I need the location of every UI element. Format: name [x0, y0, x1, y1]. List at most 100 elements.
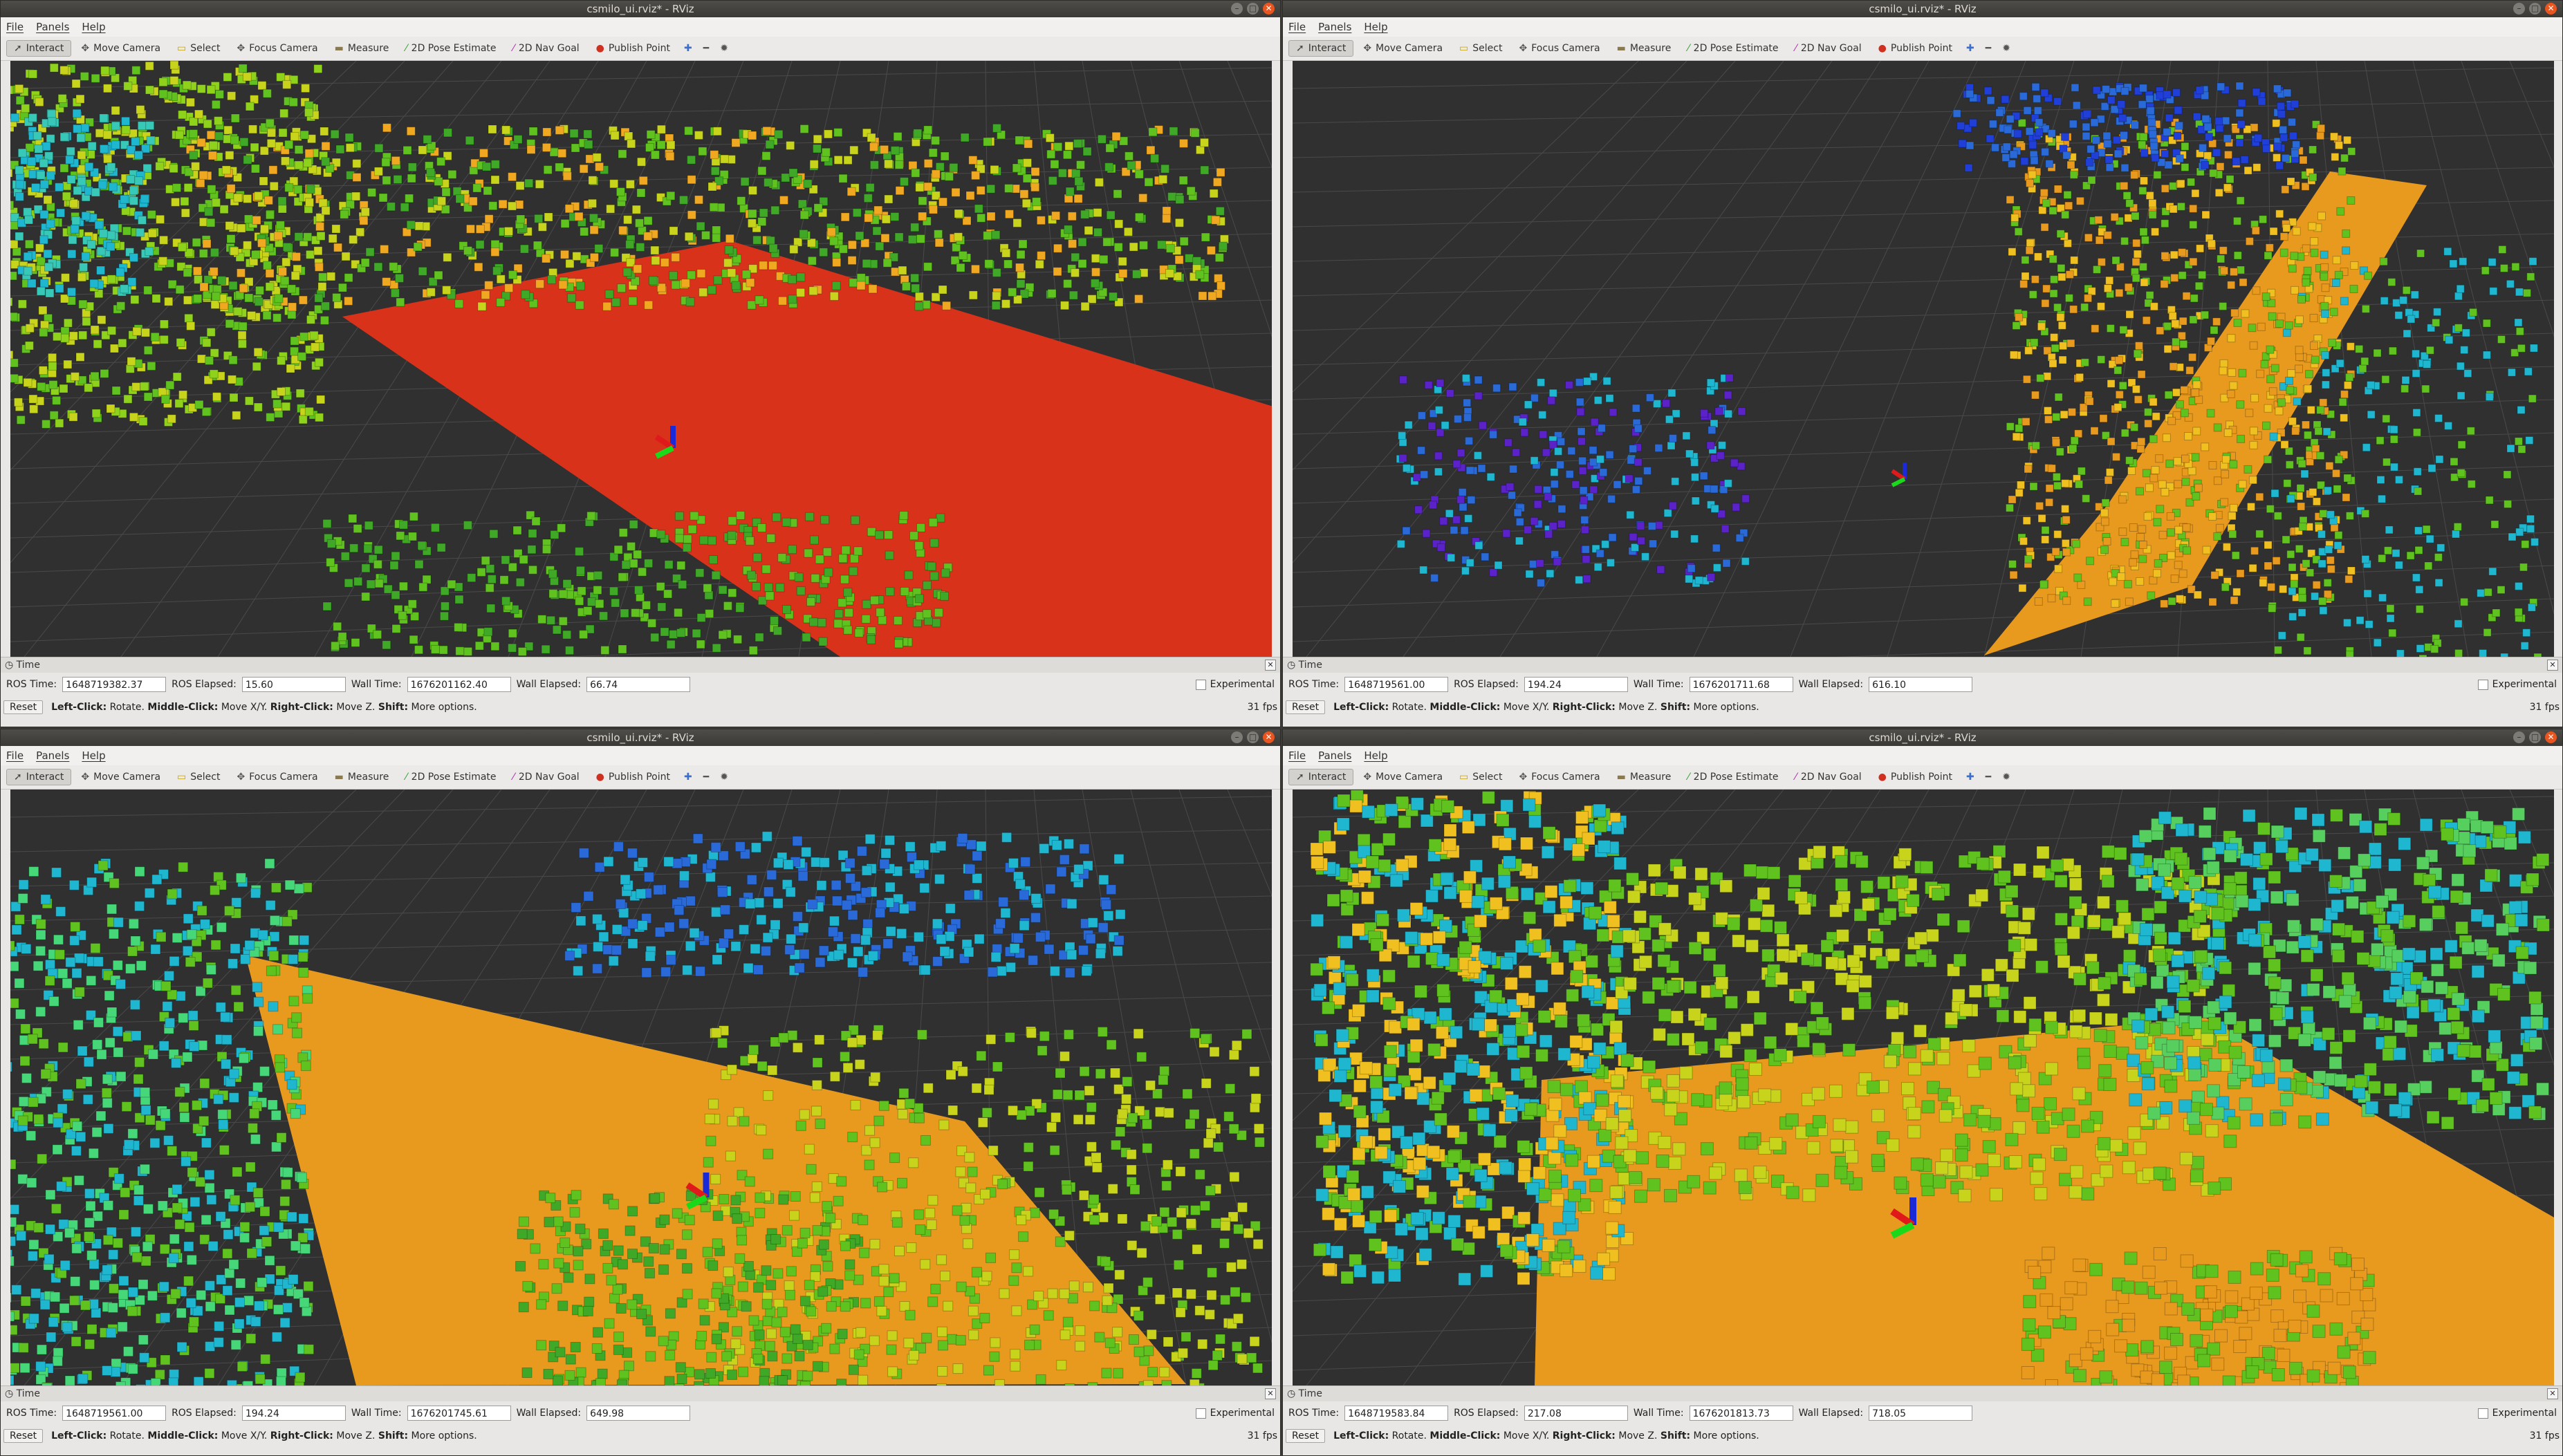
- tool-publish-point[interactable]: ● Publish Point: [1871, 41, 1959, 56]
- tool-2d-nav-goal[interactable]: ⁄ 2D Nav Goal: [1788, 41, 1869, 56]
- add-tool-button[interactable]: ✚: [1962, 41, 1979, 56]
- tool-select[interactable]: ▭ Select: [1452, 41, 1509, 56]
- menu-panels[interactable]: Panels: [36, 21, 69, 33]
- experimental-toggle[interactable]: Experimental: [2477, 1408, 2557, 1419]
- ros-time-field[interactable]: 1648719561.00: [62, 1406, 167, 1421]
- ros-time-field[interactable]: 1648719561.00: [1344, 677, 1449, 692]
- tool-measure[interactable]: ▬ Measure: [328, 769, 396, 785]
- window-titlebar[interactable]: csmilo_ui.rviz* - RViz – □ ✕: [1283, 1, 2562, 17]
- tool-move-camera[interactable]: ✥ Move Camera: [74, 41, 167, 56]
- ros-time-field[interactable]: 1648719583.84: [1344, 1406, 1449, 1421]
- minimize-button[interactable]: –: [1231, 3, 1243, 15]
- minimize-button[interactable]: –: [2513, 3, 2525, 15]
- ros-elapsed-field[interactable]: 15.60: [241, 677, 346, 692]
- menu-help[interactable]: Help: [1364, 749, 1387, 762]
- ros-elapsed-field[interactable]: 217.08: [1524, 1406, 1628, 1421]
- wall-elapsed-field[interactable]: 649.98: [586, 1406, 691, 1421]
- remove-tool-button[interactable]: ━: [699, 41, 713, 56]
- close-panel-button[interactable]: ✕: [2547, 660, 2558, 671]
- window-titlebar[interactable]: csmilo_ui.rviz* - RViz – □ ✕: [1, 729, 1280, 746]
- tool-interact[interactable]: ➚ Interact: [6, 769, 72, 785]
- experimental-toggle[interactable]: Experimental: [1195, 1408, 1275, 1419]
- tool-publish-point[interactable]: ● Publish Point: [589, 769, 677, 785]
- remove-tool-button[interactable]: ━: [1981, 769, 1995, 785]
- experimental-checkbox[interactable]: [2477, 1408, 2488, 1419]
- menu-file[interactable]: File: [1288, 749, 1306, 762]
- wall-time-field[interactable]: 1676201813.73: [1689, 1406, 1793, 1421]
- tool-interact[interactable]: ➚ Interact: [6, 40, 72, 57]
- tool-measure[interactable]: ▬ Measure: [1610, 41, 1678, 56]
- close-button[interactable]: ✕: [1263, 3, 1275, 15]
- maximize-button[interactable]: □: [2529, 3, 2541, 15]
- tool-publish-point[interactable]: ● Publish Point: [1871, 769, 1959, 785]
- tool-interact[interactable]: ➚ Interact: [1288, 769, 1354, 785]
- tool-properties-button[interactable]: ✹: [716, 41, 732, 56]
- close-panel-button[interactable]: ✕: [1265, 1388, 1276, 1399]
- tool-select[interactable]: ▭ Select: [1452, 769, 1509, 785]
- tool-2d-pose-estimate[interactable]: ⁄ 2D Pose Estimate: [1681, 769, 1785, 785]
- maximize-button[interactable]: □: [2529, 731, 2541, 743]
- wall-time-field[interactable]: 1676201745.61: [407, 1406, 511, 1421]
- reset-button[interactable]: Reset: [3, 1429, 44, 1443]
- close-button[interactable]: ✕: [1263, 731, 1275, 743]
- add-tool-button[interactable]: ✚: [680, 41, 696, 56]
- tool-select[interactable]: ▭ Select: [170, 41, 227, 56]
- tool-properties-button[interactable]: ✹: [1998, 769, 2015, 785]
- tool-focus-camera[interactable]: ✥ Focus Camera: [230, 769, 324, 785]
- menu-file[interactable]: File: [1288, 21, 1306, 33]
- experimental-toggle[interactable]: Experimental: [1195, 679, 1275, 690]
- wall-time-field[interactable]: 1676201162.40: [407, 677, 511, 692]
- tool-2d-pose-estimate[interactable]: ⁄ 2D Pose Estimate: [1681, 41, 1785, 56]
- tool-move-camera[interactable]: ✥ Move Camera: [1356, 769, 1450, 785]
- tool-measure[interactable]: ▬ Measure: [328, 41, 396, 56]
- ros-time-field[interactable]: 1648719382.37: [62, 677, 167, 692]
- tool-2d-nav-goal[interactable]: ⁄ 2D Nav Goal: [506, 41, 586, 56]
- menu-help[interactable]: Help: [82, 21, 105, 33]
- window-titlebar[interactable]: csmilo_ui.rviz* - RViz – □ ✕: [1, 1, 1280, 17]
- 3d-render-viewport[interactable]: [1293, 61, 2554, 657]
- experimental-checkbox[interactable]: [1195, 1408, 1206, 1419]
- menu-file[interactable]: File: [6, 749, 24, 762]
- window-titlebar[interactable]: csmilo_ui.rviz* - RViz – □ ✕: [1283, 729, 2562, 746]
- remove-tool-button[interactable]: ━: [699, 769, 713, 785]
- minimize-button[interactable]: –: [2513, 731, 2525, 743]
- reset-button[interactable]: Reset: [1286, 700, 1326, 714]
- menu-panels[interactable]: Panels: [36, 749, 69, 762]
- remove-tool-button[interactable]: ━: [1981, 41, 1995, 56]
- tool-select[interactable]: ▭ Select: [170, 769, 227, 785]
- 3d-render-viewport[interactable]: [10, 61, 1272, 657]
- tool-interact[interactable]: ➚ Interact: [1288, 40, 1354, 57]
- close-panel-button[interactable]: ✕: [2547, 1388, 2558, 1399]
- 3d-render-viewport[interactable]: [10, 790, 1272, 1385]
- ros-elapsed-field[interactable]: 194.24: [1524, 677, 1628, 692]
- menu-panels[interactable]: Panels: [1318, 749, 1351, 762]
- add-tool-button[interactable]: ✚: [680, 769, 696, 785]
- minimize-button[interactable]: –: [1231, 731, 1243, 743]
- tool-publish-point[interactable]: ● Publish Point: [589, 41, 677, 56]
- menu-help[interactable]: Help: [1364, 21, 1387, 33]
- tool-properties-button[interactable]: ✹: [1998, 41, 2015, 56]
- experimental-checkbox[interactable]: [1195, 679, 1206, 690]
- tool-measure[interactable]: ▬ Measure: [1610, 769, 1678, 785]
- tool-2d-nav-goal[interactable]: ⁄ 2D Nav Goal: [1788, 769, 1869, 785]
- tool-move-camera[interactable]: ✥ Move Camera: [1356, 41, 1450, 56]
- tool-move-camera[interactable]: ✥ Move Camera: [74, 769, 167, 785]
- reset-button[interactable]: Reset: [3, 700, 44, 714]
- tool-2d-pose-estimate[interactable]: ⁄ 2D Pose Estimate: [398, 41, 503, 56]
- tool-focus-camera[interactable]: ✥ Focus Camera: [1512, 41, 1607, 56]
- wall-elapsed-field[interactable]: 718.05: [1869, 1406, 1973, 1421]
- maximize-button[interactable]: □: [1247, 3, 1259, 15]
- close-button[interactable]: ✕: [2545, 731, 2557, 743]
- tool-focus-camera[interactable]: ✥ Focus Camera: [1512, 769, 1607, 785]
- wall-elapsed-field[interactable]: 66.74: [586, 677, 691, 692]
- maximize-button[interactable]: □: [1247, 731, 1259, 743]
- close-button[interactable]: ✕: [2545, 3, 2557, 15]
- wall-elapsed-field[interactable]: 616.10: [1869, 677, 1973, 692]
- wall-time-field[interactable]: 1676201711.68: [1689, 677, 1793, 692]
- close-panel-button[interactable]: ✕: [1265, 660, 1276, 671]
- tool-2d-pose-estimate[interactable]: ⁄ 2D Pose Estimate: [398, 769, 503, 785]
- menu-file[interactable]: File: [6, 21, 24, 33]
- ros-elapsed-field[interactable]: 194.24: [241, 1406, 346, 1421]
- menu-panels[interactable]: Panels: [1318, 21, 1351, 33]
- experimental-checkbox[interactable]: [2477, 679, 2488, 690]
